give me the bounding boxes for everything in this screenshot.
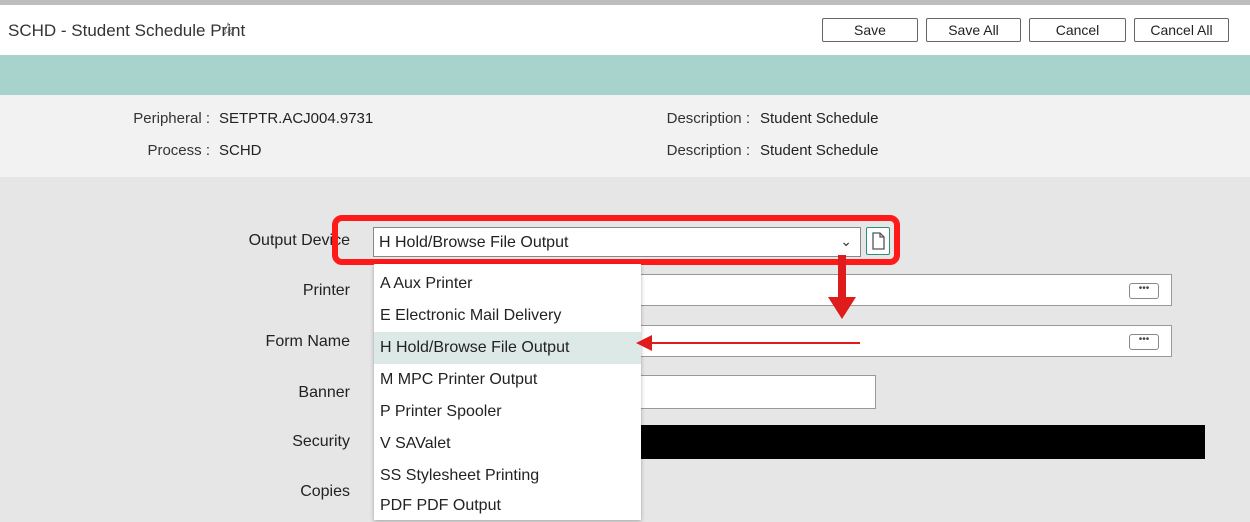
description-value-2: Student Schedule: [760, 142, 879, 159]
info-panel: Peripheral : SETPTR.ACJ004.9731 Process …: [0, 95, 1250, 177]
page-title: SCHD - Student Schedule Print: [8, 21, 246, 40]
annotation-arrow-left: [650, 342, 860, 344]
output-device-dropdown[interactable]: A Aux Printer E Electronic Mail Delivery…: [374, 264, 641, 520]
form-name-label: Form Name: [265, 333, 350, 350]
dropdown-option[interactable]: V SAValet: [374, 428, 641, 460]
ellipsis-icon[interactable]: •••: [1129, 283, 1159, 299]
security-field-redacted[interactable]: [640, 425, 1205, 459]
page-header: SCHD - Student Schedule Print ☆ Save Sav…: [0, 5, 1250, 55]
highlight-box: [332, 215, 900, 265]
favorite-star-icon[interactable]: ☆: [220, 19, 236, 40]
annotation-arrow-down: [838, 255, 846, 301]
copies-label: Copies: [300, 483, 350, 500]
description-label: Description :: [666, 110, 750, 127]
dropdown-option[interactable]: P Printer Spooler: [374, 396, 641, 428]
process-label: Process :: [147, 142, 210, 159]
dropdown-option[interactable]: M MPC Printer Output: [374, 364, 641, 396]
printer-label: Printer: [302, 282, 350, 299]
banner-label: Banner: [298, 384, 350, 401]
security-label: Security: [292, 433, 350, 450]
save-all-button[interactable]: Save All: [926, 18, 1021, 42]
dropdown-option[interactable]: PDF PDF Output: [374, 490, 641, 522]
dropdown-option[interactable]: E Electronic Mail Delivery: [374, 300, 641, 332]
process-value: SCHD: [219, 142, 262, 159]
annotation-arrow-left-head: [636, 335, 652, 351]
dropdown-option[interactable]: SS Stylesheet Printing: [374, 460, 641, 492]
description-value: Student Schedule: [760, 110, 879, 127]
annotation-arrow-down-head: [828, 297, 856, 319]
output-device-label: Output Device: [248, 232, 350, 249]
cancel-all-button[interactable]: Cancel All: [1134, 18, 1229, 42]
description-label-2: Description :: [666, 142, 750, 159]
peripheral-label: Peripheral :: [133, 110, 210, 127]
header-band: [0, 55, 1250, 95]
save-button[interactable]: Save: [822, 18, 918, 42]
peripheral-value: SETPTR.ACJ004.9731: [219, 110, 374, 127]
cancel-button[interactable]: Cancel: [1029, 18, 1126, 42]
dropdown-option-selected[interactable]: H Hold/Browse File Output: [374, 332, 641, 364]
ellipsis-icon[interactable]: •••: [1129, 334, 1159, 350]
dropdown-option[interactable]: A Aux Printer: [374, 268, 641, 300]
